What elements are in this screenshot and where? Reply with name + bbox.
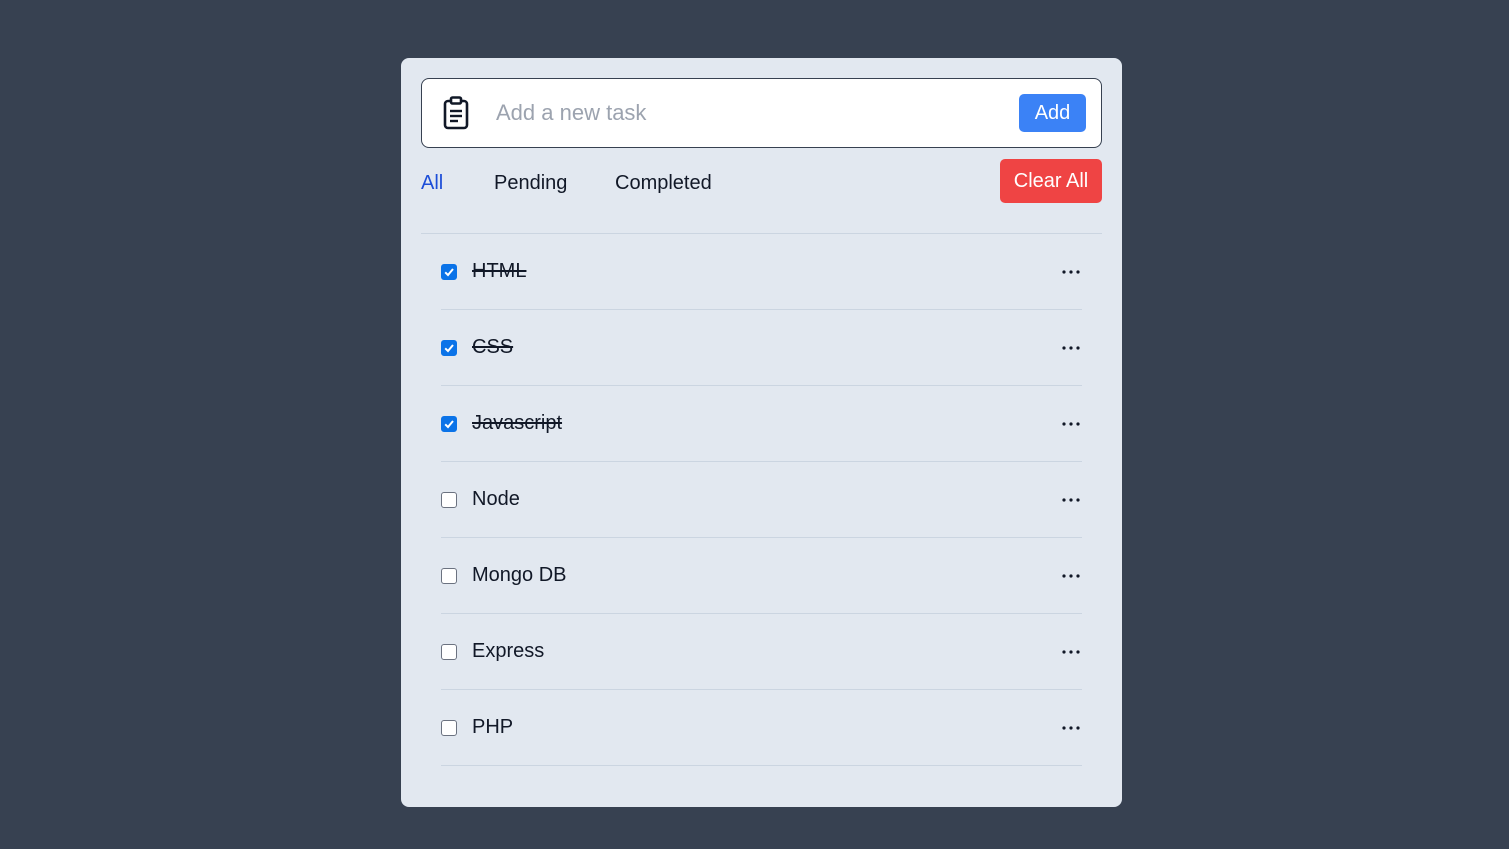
task-label: Mongo DB [472, 564, 567, 586]
ellipsis-icon[interactable] [1060, 261, 1082, 283]
task-checkbox[interactable] [441, 643, 457, 660]
task-checkbox[interactable] [441, 339, 457, 356]
checkmark-icon [444, 267, 454, 276]
checkmark-icon [444, 419, 454, 428]
ellipsis-icon[interactable] [1060, 337, 1082, 359]
clipboard-icon [440, 95, 472, 131]
task-item: Mongo DB [441, 538, 1082, 614]
task-label: Node [472, 488, 520, 510]
task-input-bar: Add [421, 78, 1102, 148]
filter-completed[interactable]: Completed [615, 171, 712, 195]
ellipsis-icon[interactable] [1060, 717, 1082, 739]
task-label: HTML [472, 260, 527, 282]
task-label: PHP [472, 716, 514, 738]
task-label: CSS [472, 336, 514, 358]
task-input[interactable] [496, 100, 1019, 126]
task-checkbox[interactable] [441, 263, 457, 280]
ellipsis-icon[interactable] [1060, 489, 1082, 511]
ellipsis-icon[interactable] [1060, 413, 1082, 435]
checkmark-icon [444, 343, 454, 352]
task-label: Javascript [472, 412, 563, 434]
task-item: Node [441, 462, 1082, 538]
task-list: HTML CSS Javascript Node Mongo DB Expres… [421, 234, 1102, 766]
task-item: Express [441, 614, 1082, 690]
task-label: Express [472, 640, 545, 662]
add-button[interactable]: Add [1019, 94, 1086, 132]
filter-bar: All Pending Completed Clear All [421, 148, 1102, 234]
ellipsis-icon[interactable] [1060, 565, 1082, 587]
task-item: CSS [441, 310, 1082, 386]
todo-card: Add All Pending Completed Clear All HTML… [401, 58, 1122, 807]
task-item: PHP [441, 690, 1082, 766]
task-item: HTML [441, 234, 1082, 310]
ellipsis-icon[interactable] [1060, 641, 1082, 663]
task-checkbox[interactable] [441, 567, 457, 584]
task-checkbox[interactable] [441, 491, 457, 508]
filter-all[interactable]: All [421, 171, 443, 195]
filter-pending[interactable]: Pending [494, 171, 567, 195]
task-item: Javascript [441, 386, 1082, 462]
task-checkbox[interactable] [441, 415, 457, 432]
clear-all-button[interactable]: Clear All [1000, 159, 1102, 203]
task-checkbox[interactable] [441, 719, 457, 736]
